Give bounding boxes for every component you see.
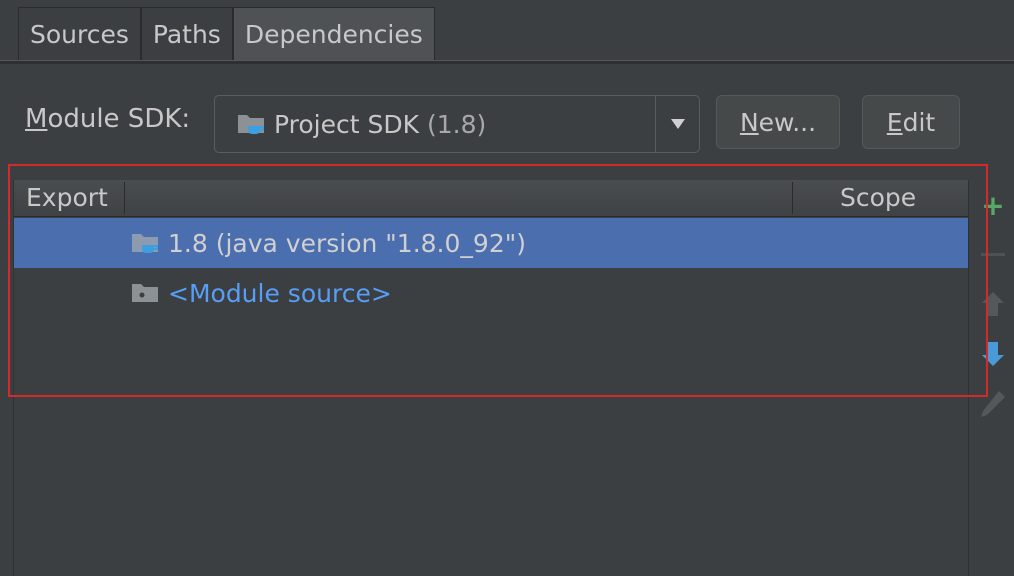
- tab-dependencies[interactable]: Dependencies: [232, 7, 435, 61]
- tab-divider: [0, 60, 1014, 64]
- mnemonic: E: [886, 107, 903, 137]
- sdk-folder-icon: [131, 231, 161, 255]
- button-label: dit: [902, 107, 936, 137]
- sdk-folder-icon: [237, 112, 267, 136]
- new-sdk-button[interactable]: New...: [716, 95, 840, 149]
- module-sdk-label: Module SDK:: [25, 104, 190, 134]
- label-text: odule SDK:: [47, 104, 191, 134]
- chevron-down-icon[interactable]: [655, 96, 699, 152]
- edit-sdk-button[interactable]: Edit: [862, 95, 960, 149]
- table-toolbar: +: [969, 180, 1014, 576]
- row-label: <Module source>: [168, 278, 392, 308]
- sdk-name: Project SDK: [274, 109, 419, 139]
- table-row[interactable]: <Module source>: [14, 268, 968, 318]
- remove-icon[interactable]: [981, 243, 1005, 267]
- module-folder-icon: [131, 281, 161, 305]
- column-export[interactable]: Export: [26, 180, 108, 216]
- dropdown-value: Project SDK (1.8): [215, 110, 655, 139]
- column-separator[interactable]: [792, 182, 793, 214]
- module-sdk-dropdown[interactable]: Project SDK (1.8): [214, 95, 700, 153]
- move-down-icon[interactable]: [981, 342, 1005, 366]
- table-header: Export Scope: [14, 180, 968, 217]
- tab-bar: Sources Paths Dependencies: [18, 7, 435, 61]
- tab-paths[interactable]: Paths: [140, 7, 233, 61]
- dependencies-table: Export Scope 1.8 (java version "1.8.0_92…: [13, 180, 969, 576]
- sdk-version: (1.8): [427, 109, 487, 139]
- mnemonic: N: [739, 107, 759, 137]
- table-row[interactable]: 1.8 (java version "1.8.0_92"): [14, 218, 968, 268]
- edit-pencil-icon[interactable]: [981, 391, 1005, 417]
- button-label: ew...: [758, 107, 817, 137]
- row-label: 1.8 (java version "1.8.0_92"): [168, 228, 526, 258]
- column-separator[interactable]: [124, 182, 125, 214]
- column-scope[interactable]: Scope: [840, 180, 916, 216]
- mnemonic: M: [25, 104, 48, 134]
- add-icon[interactable]: +: [981, 189, 1005, 222]
- tab-sources[interactable]: Sources: [18, 7, 141, 61]
- move-up-icon[interactable]: [981, 292, 1005, 316]
